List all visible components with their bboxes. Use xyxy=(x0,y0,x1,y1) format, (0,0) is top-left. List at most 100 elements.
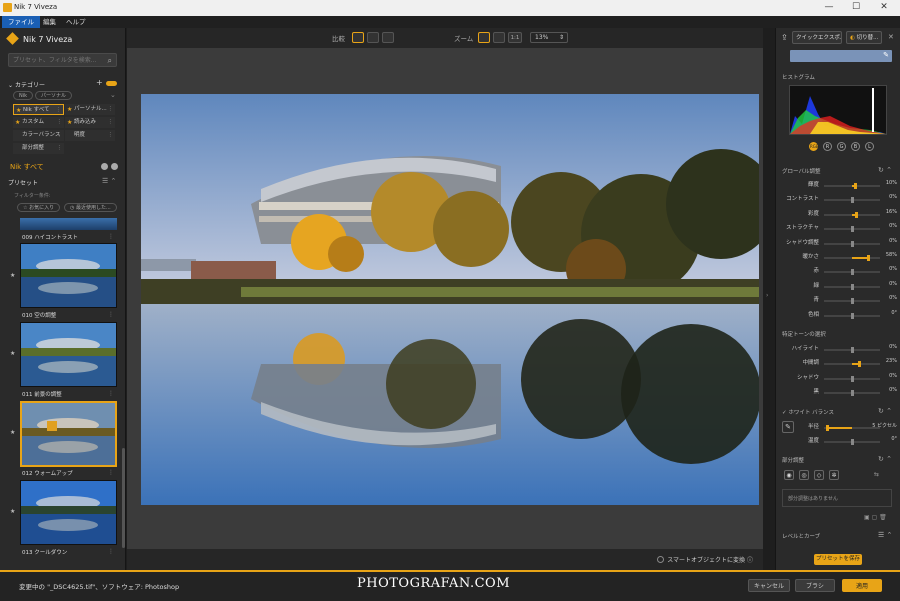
slider-row[interactable]: 彩度 16% xyxy=(776,209,900,221)
compare-single-button[interactable] xyxy=(352,32,364,43)
slider-knob[interactable] xyxy=(851,240,854,247)
more-icon[interactable]: ⋮ xyxy=(108,233,114,240)
slider-track[interactable] xyxy=(824,283,880,290)
slider-knob[interactable] xyxy=(851,269,854,276)
list-view-icon[interactable]: ☰ ⌃ xyxy=(102,177,116,185)
slider-track[interactable] xyxy=(824,226,880,233)
save-preset-button[interactable]: プリセットを保存 xyxy=(814,554,862,565)
more-icon[interactable]: ⋮ xyxy=(108,390,114,397)
category-personal[interactable]: ★ パーソナル... ⋮ xyxy=(65,104,115,115)
preset-label[interactable]: 012 ウォームアップ xyxy=(22,469,73,477)
brush-button[interactable]: ブラシ xyxy=(795,579,835,592)
slider-track[interactable] xyxy=(824,390,880,397)
slider-row[interactable]: 半径 5 ピクセル xyxy=(776,422,900,434)
slider-row[interactable]: ハイライト 0% xyxy=(776,344,900,356)
swap-icon[interactable]: ⇆ xyxy=(874,471,879,478)
category-brightness[interactable]: 明度 ⋮ xyxy=(65,130,115,141)
control-point-icon[interactable]: ◉ xyxy=(784,470,794,480)
zoom-fill-button[interactable] xyxy=(493,32,505,43)
chip-personal[interactable]: パーソナル xyxy=(35,91,73,100)
chevron-down-icon[interactable]: ⌄ xyxy=(110,91,116,99)
apply-button[interactable]: 適用 xyxy=(842,579,882,592)
preset-label[interactable]: 013 クールダウン xyxy=(22,548,67,556)
slider-row[interactable]: コントラスト 0% xyxy=(776,194,900,206)
histogram-header[interactable]: ヒストグラム xyxy=(782,73,815,81)
list-icon[interactable]: ☰ ⌃ xyxy=(878,531,892,539)
category-toggle[interactable] xyxy=(106,81,117,86)
compare-stack-button[interactable] xyxy=(382,32,394,43)
slider-knob[interactable] xyxy=(851,283,854,290)
slider-row[interactable]: 温度 0° xyxy=(776,436,900,448)
tone-header[interactable]: 特定トーンの選択 xyxy=(782,330,826,338)
slider-track[interactable] xyxy=(824,197,880,204)
levels-header[interactable]: レベルとカーブ xyxy=(782,532,820,540)
slider-row[interactable]: ストラクチャ 0% xyxy=(776,223,900,235)
slider-knob[interactable] xyxy=(851,375,854,382)
slider-track[interactable] xyxy=(824,375,880,382)
quick-export-button[interactable]: クイックエクスポ... xyxy=(792,31,842,44)
slider-knob[interactable] xyxy=(851,226,854,233)
slider-knob[interactable] xyxy=(857,361,861,368)
reset-icon[interactable]: ↻ ⌃ xyxy=(878,407,892,415)
add-icon[interactable]: + xyxy=(96,78,103,87)
zoom-1to1-button[interactable]: 1:1 xyxy=(508,32,522,43)
add-collection-icon[interactable] xyxy=(101,163,108,170)
convert-checkbox[interactable] xyxy=(657,556,665,563)
preset-label[interactable]: 009 ハイコントラスト xyxy=(22,233,78,241)
search-input[interactable] xyxy=(9,54,99,66)
reset-icon[interactable]: ↻ ⌃ xyxy=(878,166,892,174)
help-icon[interactable]: ⓘ xyxy=(747,557,753,564)
close-button[interactable]: ✕ xyxy=(873,2,895,12)
global-header[interactable]: グローバル調整 xyxy=(782,167,820,175)
channel-b[interactable]: B xyxy=(851,142,860,151)
slider-track[interactable] xyxy=(824,183,880,189)
preset-label[interactable]: 010 空の調整 xyxy=(22,311,56,319)
brush-icon[interactable]: ✲ xyxy=(829,470,839,480)
chip-favorites[interactable]: ☆ お気に入り xyxy=(17,203,61,212)
preset-scrollbar[interactable] xyxy=(122,448,125,548)
slider-row[interactable]: 色相 0° xyxy=(776,310,900,322)
slider-track[interactable] xyxy=(824,312,880,319)
slider-track[interactable] xyxy=(824,347,880,353)
chip-recent[interactable]: ◷ 最近使用した... xyxy=(64,203,117,212)
lasso-icon[interactable]: ◇ xyxy=(814,470,824,480)
more-icon[interactable]: ⋮ xyxy=(108,469,114,476)
zoom-fit-button[interactable] xyxy=(478,32,490,43)
minimize-button[interactable]: — xyxy=(818,2,840,12)
menu-edit[interactable]: 編集 xyxy=(37,16,62,28)
category-nik-all[interactable]: ★ Nik すべて ⋮ xyxy=(13,104,64,115)
preset-thumb-sky[interactable] xyxy=(20,243,117,308)
slider-track[interactable] xyxy=(824,439,880,446)
slider-row[interactable]: 赤 0% xyxy=(776,266,900,278)
zoom-select[interactable]: 13% ⇕ xyxy=(530,32,568,43)
category-import[interactable]: ★ 読み込み ⋮ xyxy=(65,117,115,128)
remove-collection-icon[interactable] xyxy=(111,163,118,170)
slider-row[interactable]: シャドウ調整 0% xyxy=(776,238,900,250)
convert-smart-object[interactable]: スマートオブジェクトに変換 ⓘ xyxy=(657,555,753,564)
preset-label[interactable]: 011 前景の調整 xyxy=(22,390,62,398)
channel-r[interactable]: R xyxy=(823,142,832,151)
preset-thumb-cooldown[interactable] xyxy=(20,480,117,545)
cancel-button[interactable]: キャンセル xyxy=(748,579,790,592)
slider-knob[interactable] xyxy=(855,211,859,218)
slider-knob[interactable] xyxy=(867,255,871,261)
category-partial[interactable]: 部分調整 ⋮ xyxy=(13,143,64,154)
reset-icon[interactable]: ↻ ⌃ xyxy=(878,455,892,463)
eyedropper-icon[interactable]: ✎ xyxy=(883,51,889,59)
layer-tools-icon[interactable]: ▣ ▢ 🗑 xyxy=(864,514,887,521)
collapse-right-icon[interactable]: › xyxy=(766,292,768,299)
partial-header[interactable]: 部分調整 xyxy=(782,456,804,464)
search-box[interactable]: ⌕ xyxy=(8,53,117,67)
menu-file[interactable]: ファイル xyxy=(2,16,40,28)
slider-row[interactable]: 輝度 10% xyxy=(776,180,900,192)
slider-row[interactable]: シャドウ 0% xyxy=(776,373,900,385)
search-icon[interactable]: ⌕ xyxy=(108,56,112,66)
category-color-balance[interactable]: カラーバランス ⋮ xyxy=(13,130,64,141)
preset-thumb-foreground[interactable] xyxy=(20,322,117,387)
compare-split-button[interactable] xyxy=(367,32,379,43)
more-icon[interactable]: ⋮ xyxy=(108,548,114,555)
slider-row[interactable]: 青 0% xyxy=(776,295,900,307)
chip-nik[interactable]: Nik xyxy=(13,91,34,100)
category-custom[interactable]: ★ カスタム ⋮ xyxy=(13,117,64,128)
color-picker-strip[interactable]: ✎ xyxy=(790,50,892,62)
